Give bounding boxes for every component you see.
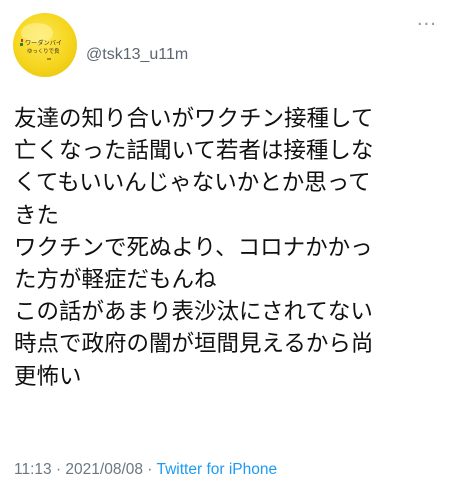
tweet-card: ワーダンバイ ゆっくりで良 @tsk13_u11m ··· 友達の知り合いがワク…	[0, 0, 455, 493]
meta-separator: ·	[51, 461, 66, 478]
tweet-text: 友達の知り合いがワクチン接種して 亡くなった話聞いて若者は接種しな くてもいいん…	[14, 103, 450, 393]
avatar-text-line2: ゆっくりで良	[27, 47, 60, 55]
meta-separator: ·	[143, 461, 157, 478]
tweet-line: ワクチンで死ぬより、コロナかかっ	[14, 234, 373, 261]
tweet-line: 更怖い	[14, 363, 82, 390]
avatar-logo-icon: ワーダンバイ ゆっくりで良	[20, 23, 62, 60]
tweet-source-link[interactable]: Twitter for iPhone	[157, 461, 278, 478]
tweet-line: 友達の知り合いがワクチン接種して	[14, 106, 374, 132]
tweet-line: この話があまり表沙汰にされてない	[14, 299, 373, 326]
tweet-date[interactable]: 2021/08/08	[65, 461, 143, 478]
tweet-metadata: 11:13 · 2021/08/08 · Twitter for iPhone	[14, 461, 277, 479]
more-dots-icon: ···	[416, 14, 437, 35]
tweet-line: 時点で政府の闇が垣間見えるから尚	[14, 331, 374, 358]
avatar-text-line1: ワーダンバイ	[25, 39, 62, 47]
tweet-line: 亡くなった話聞いて若者は接種しな	[14, 138, 374, 165]
tweet-line: きた	[14, 202, 60, 229]
tweet-time[interactable]: 11:13	[14, 461, 52, 478]
profile-avatar[interactable]: ワーダンバイ ゆっくりで良	[13, 13, 77, 77]
more-options-button[interactable]: ···	[417, 16, 437, 34]
user-handle[interactable]: @tsk13_u11m	[86, 46, 188, 64]
tweet-line: くてもいいんじゃないかとか思って	[14, 170, 371, 197]
tweet-line: た方が軽症だもんね	[14, 267, 217, 294]
